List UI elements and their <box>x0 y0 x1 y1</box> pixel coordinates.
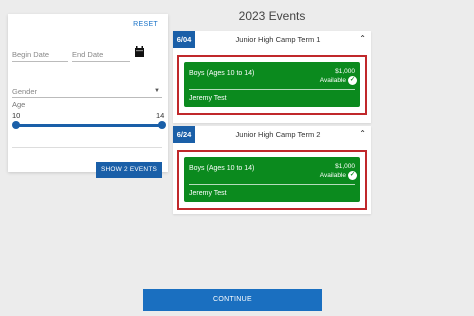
card-divider <box>189 89 355 90</box>
age-slider-track[interactable] <box>16 124 162 127</box>
age-slider-min-handle[interactable] <box>12 121 20 129</box>
show-events-button[interactable]: SHOW 2 EVENTS <box>96 162 162 178</box>
card-title: Boys (Ages 10 to 14) <box>189 165 255 172</box>
card-availability: Available <box>319 77 346 84</box>
gender-placeholder: Gender <box>12 87 38 96</box>
event-header[interactable]: 6/04 Junior High Camp Term 1 ⌃ <box>173 31 371 49</box>
reset-link[interactable]: RESET <box>133 21 158 28</box>
begin-date-field[interactable]: Begin Date <box>12 48 68 62</box>
card-title: Boys (Ages 10 to 14) <box>189 70 255 77</box>
event-panel: 6/24 Junior High Camp Term 2 ⌃ Boys (Age… <box>173 126 371 214</box>
card-price: $1,000 <box>335 163 355 170</box>
age-slider-max-handle[interactable] <box>158 121 166 129</box>
end-date-field[interactable]: End Date <box>72 48 130 62</box>
highlight-box: Boys (Ages 10 to 14) $1,000 Available ✓ … <box>177 150 367 210</box>
event-panel: 6/04 Junior High Camp Term 1 ⌃ Boys (Age… <box>173 31 371 123</box>
continue-button[interactable]: CONTINUE <box>143 289 322 311</box>
highlight-box: Boys (Ages 10 to 14) $1,000 Available ✓ … <box>177 55 367 115</box>
card-price: $1,000 <box>335 68 355 75</box>
event-date-badge: 6/04 <box>173 31 195 48</box>
chevron-up-icon[interactable]: ⌃ <box>359 34 366 43</box>
gender-select[interactable]: Gender ▼ <box>12 87 162 98</box>
card-divider <box>189 184 355 185</box>
event-name: Junior High Camp Term 2 <box>235 130 321 139</box>
event-header[interactable]: 6/24 Junior High Camp Term 2 ⌃ <box>173 126 371 144</box>
chevron-up-icon[interactable]: ⌃ <box>359 129 366 138</box>
calendar-icon[interactable] <box>135 46 144 57</box>
age-label: Age <box>12 100 26 109</box>
chevron-down-icon: ▼ <box>154 88 160 94</box>
card-person: Jeremy Test <box>189 95 227 102</box>
check-circle-icon: ✓ <box>348 76 357 85</box>
check-circle-icon: ✓ <box>348 171 357 180</box>
page-title: 2023 Events <box>238 9 306 23</box>
age-max-value: 14 <box>156 111 165 120</box>
event-name: Junior High Camp Term 1 <box>235 35 321 44</box>
registration-card[interactable]: Boys (Ages 10 to 14) $1,000 Available ✓ … <box>184 157 360 202</box>
registration-card[interactable]: Boys (Ages 10 to 14) $1,000 Available ✓ … <box>184 62 360 107</box>
card-person: Jeremy Test <box>189 190 227 197</box>
divider <box>12 147 162 148</box>
age-min-value: 10 <box>12 111 21 120</box>
card-availability: Available <box>319 172 346 179</box>
event-date-badge: 6/24 <box>173 126 195 143</box>
filter-panel: RESET Begin Date End Date Gender ▼ Age 1… <box>8 14 168 178</box>
